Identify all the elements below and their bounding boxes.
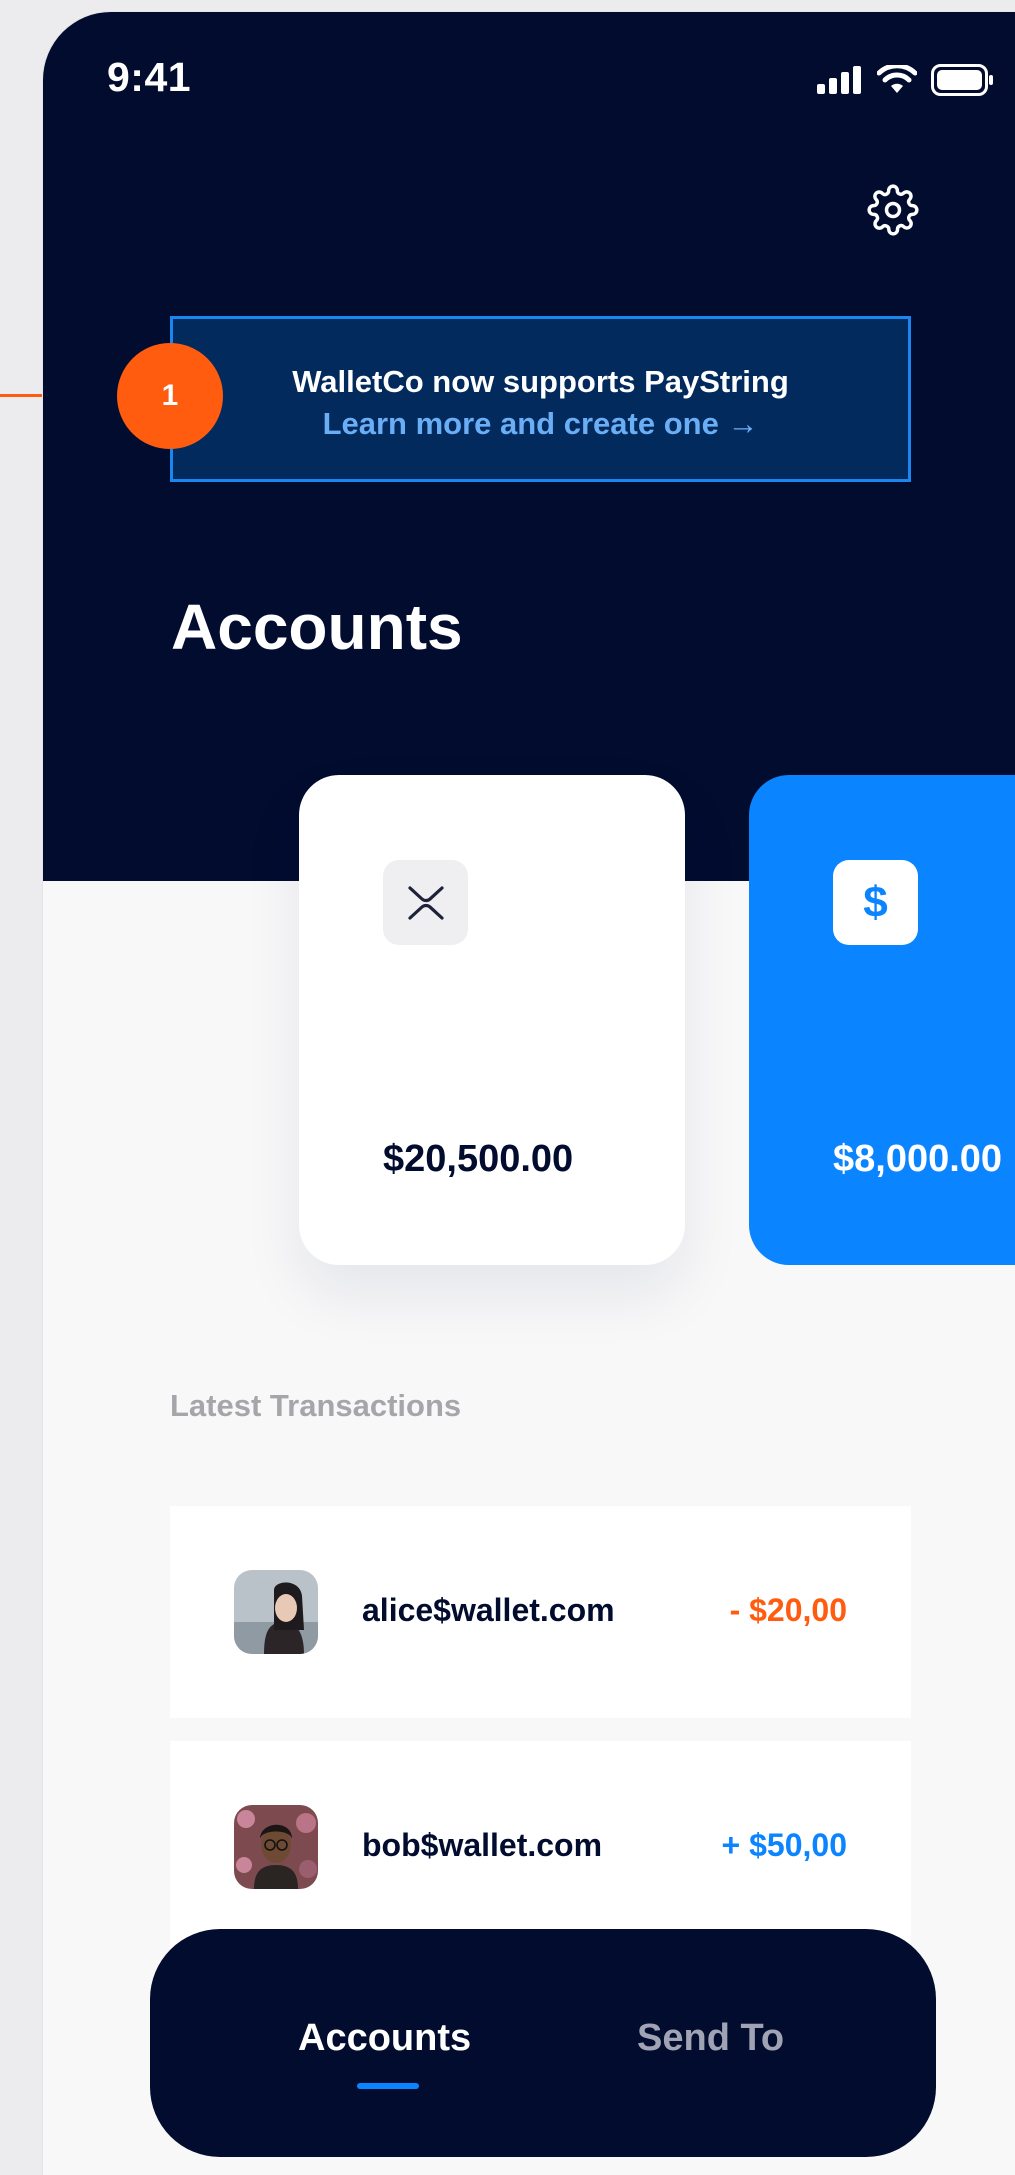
account-balance: $20,500.00 xyxy=(383,1138,574,1180)
battery-icon xyxy=(931,64,993,96)
transaction-amount: - $20,00 xyxy=(729,1592,847,1628)
wifi-icon xyxy=(877,65,917,93)
gear-icon[interactable] xyxy=(867,184,919,236)
dollar-icon: $ xyxy=(833,860,918,945)
active-tab-indicator xyxy=(357,2083,419,2089)
status-time: 9:41 xyxy=(107,54,192,100)
transaction-row[interactable]: alice$wallet.com - $20,00 xyxy=(170,1506,911,1718)
xrp-icon xyxy=(383,860,468,945)
transaction-amount: + $50,00 xyxy=(721,1827,847,1863)
section-heading-latest-transactions: Latest Transactions xyxy=(170,1388,462,1423)
banner-learn-more-link[interactable]: Learn more and create one → xyxy=(173,403,908,445)
avatar xyxy=(234,1805,318,1889)
transaction-row[interactable]: bob$wallet.com + $50,00 xyxy=(170,1741,911,1953)
cellular-signal-icon xyxy=(817,66,861,94)
paystring-banner[interactable]: WalletCo now supports PayString Learn mo… xyxy=(170,316,911,482)
page-title: Accounts xyxy=(171,591,463,663)
account-card-usd[interactable]: $ $8,000.00 xyxy=(749,775,1015,1265)
bottom-tab-bar: Accounts Send To xyxy=(150,1929,936,2157)
page: 9:41 WalletCo now supports PayString Lea… xyxy=(0,0,1015,2175)
phone-screen: 9:41 WalletCo now supports PayString Lea… xyxy=(43,12,1015,2175)
tab-accounts[interactable]: Accounts xyxy=(298,2017,471,2060)
status-icons xyxy=(817,64,995,96)
transaction-name: bob$wallet.com xyxy=(362,1827,603,1863)
callout-badge: 1 xyxy=(117,343,223,449)
banner-title: WalletCo now supports PayString xyxy=(292,364,789,399)
tab-send-to[interactable]: Send To xyxy=(637,2017,784,2060)
transaction-name: alice$wallet.com xyxy=(362,1592,615,1628)
account-balance: $8,000.00 xyxy=(833,1138,1003,1180)
account-card-xrp[interactable]: $20,500.00 xyxy=(299,775,685,1265)
avatar xyxy=(234,1570,318,1654)
